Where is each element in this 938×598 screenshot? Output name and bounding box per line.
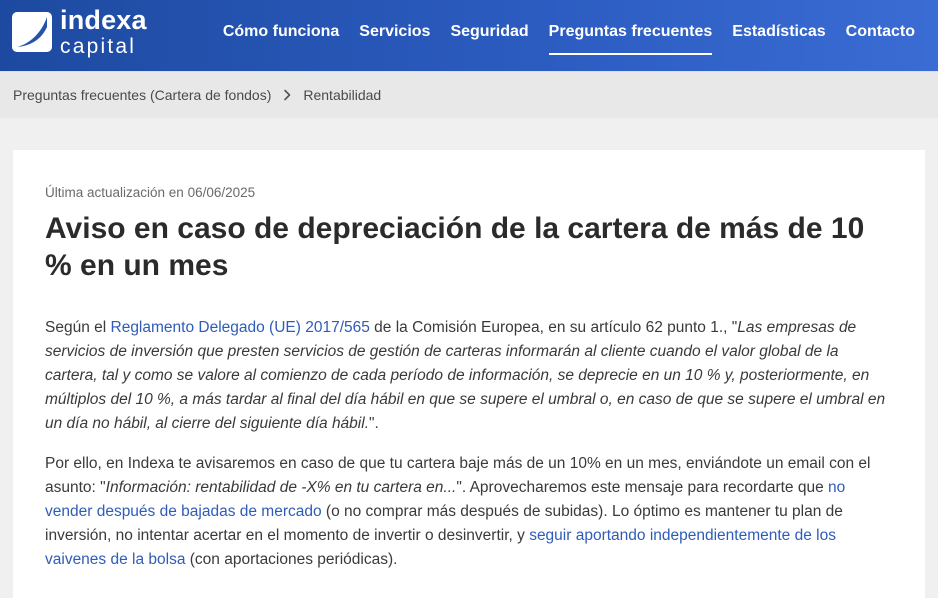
nav-preguntas-frecuentes[interactable]: Preguntas frecuentes (548, 0, 712, 72)
last-updated: Última actualización en 06/06/2025 (45, 185, 256, 200)
notice-paragraph: Por ello, en Indexa te avisaremos en cas… (45, 452, 893, 572)
chevron-right-icon (284, 89, 291, 101)
reglamento-delegado-link[interactable]: Reglamento Delegado (UE) 2017/565 (111, 319, 370, 336)
page-title: Aviso en caso de depreciación de la cart… (45, 212, 865, 282)
text-segment: ". Aprovecharemos este mensaje para reco… (456, 479, 829, 496)
logo-text-capital: capital (60, 35, 137, 58)
nav-como-funciona[interactable]: Cómo funciona (223, 0, 339, 72)
nav-seguridad[interactable]: Seguridad (450, 0, 528, 72)
logo-text-indexa: indexa (60, 5, 147, 35)
main-nav: Cómo funciona Servicios Seguridad Pregun… (223, 0, 915, 72)
logo-home-link[interactable]: indexa capital (12, 6, 147, 58)
breadcrumb-item-cartera-de-fondos[interactable]: Preguntas frecuentes (Cartera de fondos) (13, 87, 271, 103)
nav-servicios[interactable]: Servicios (359, 0, 430, 72)
text-segment: ". (369, 415, 379, 432)
indexa-logo-icon (12, 12, 52, 52)
text-segment: (con aportaciones periódicas). (185, 551, 398, 568)
text-segment: Según el (45, 319, 111, 336)
site-header: indexa capital Cómo funciona Servicios S… (0, 0, 938, 72)
article-card: Última actualización en 06/06/2025 Aviso… (13, 150, 925, 598)
text-segment: de la Comisión Europea, en su artículo 6… (369, 319, 738, 336)
nav-estadisticas[interactable]: Estadísticas (732, 0, 825, 72)
article-body: Según el Reglamento Delegado (UE) 2017/5… (45, 316, 893, 572)
nav-contacto[interactable]: Contacto (846, 0, 915, 72)
email-subject: Información: rentabilidad de -X% en tu c… (105, 479, 457, 496)
breadcrumb-item-rentabilidad: Rentabilidad (303, 87, 382, 103)
logo-wordmark: indexa capital (60, 5, 147, 58)
regulation-paragraph: Según el Reglamento Delegado (UE) 2017/5… (45, 316, 893, 436)
breadcrumb: Preguntas frecuentes (Cartera de fondos)… (0, 72, 938, 118)
